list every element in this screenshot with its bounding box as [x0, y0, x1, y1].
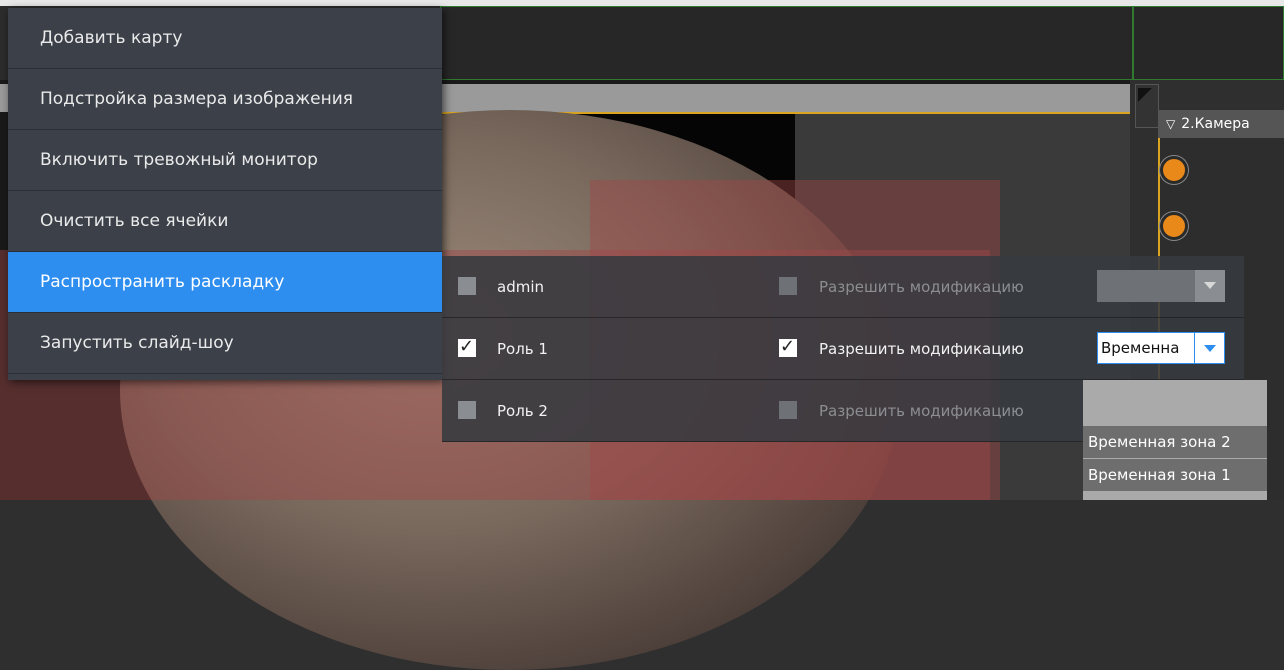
time-zone-select[interactable]: Временна	[1097, 332, 1225, 364]
time-zone-dropdown-button[interactable]	[1194, 333, 1224, 363]
camera-panel-title[interactable]: ▽ 2.Камера	[1158, 110, 1284, 138]
role-label: admin	[497, 278, 544, 296]
time-zone-select[interactable]	[1097, 270, 1225, 302]
menu-item-alarm-monitor[interactable]: Включить тревожный монитор	[8, 130, 442, 191]
role-checkbox-role2[interactable]	[458, 401, 476, 419]
status-dot-icon[interactable]	[1160, 212, 1188, 240]
layout-context-menu: Добавить карту Подстройка размера изобра…	[8, 8, 442, 380]
permission-checkbox[interactable]	[779, 277, 797, 295]
camera-cell-empty-right[interactable]	[1133, 6, 1284, 80]
menu-item-add-map[interactable]: Добавить карту	[8, 8, 442, 69]
menu-item-share-layout[interactable]: Распространить раскладку	[8, 252, 442, 313]
camera-cell-empty[interactable]	[440, 6, 1133, 80]
time-zone-option[interactable]: Временная зона 2	[1083, 426, 1267, 458]
role-checkbox-role1[interactable]	[458, 336, 476, 357]
chevron-down-icon	[1204, 282, 1216, 289]
role-checkbox-admin[interactable]	[458, 277, 476, 295]
time-zone-value: Временна	[1101, 339, 1180, 357]
permission-checkbox[interactable]	[779, 336, 797, 357]
camera-panel-title-text: 2.Камера	[1181, 116, 1250, 132]
filter-triangle-icon: ▽	[1166, 117, 1176, 131]
menu-item-slideshow[interactable]: Запустить слайд-шоу	[8, 313, 442, 374]
status-dot-icon[interactable]	[1160, 156, 1188, 184]
role-label: Роль 2	[497, 402, 548, 420]
corner-triangle-icon	[1138, 88, 1152, 102]
menu-item-clear-cells[interactable]: Очистить все ячейки	[8, 191, 442, 252]
permission-label: Разрешить модификацию	[819, 278, 1024, 296]
time-zone-dropdown-list: Временная зона 2 Временная зона 1	[1083, 380, 1267, 500]
permission-checkbox[interactable]	[779, 401, 797, 419]
chevron-down-icon	[1204, 345, 1216, 352]
permission-label: Разрешить модификацию	[819, 402, 1024, 420]
role-row-admin: admin Разрешить модификацию	[442, 256, 1244, 318]
time-zone-option[interactable]: Временная зона 1	[1083, 459, 1267, 491]
time-zone-dropdown-button[interactable]	[1195, 270, 1225, 302]
menu-item-fit-image[interactable]: Подстройка размера изображения	[8, 69, 442, 130]
permission-label: Разрешить модификацию	[819, 340, 1024, 358]
role-row-role1: Роль 1 Разрешить модификацию Временна	[442, 318, 1244, 380]
role-label: Роль 1	[497, 340, 548, 358]
